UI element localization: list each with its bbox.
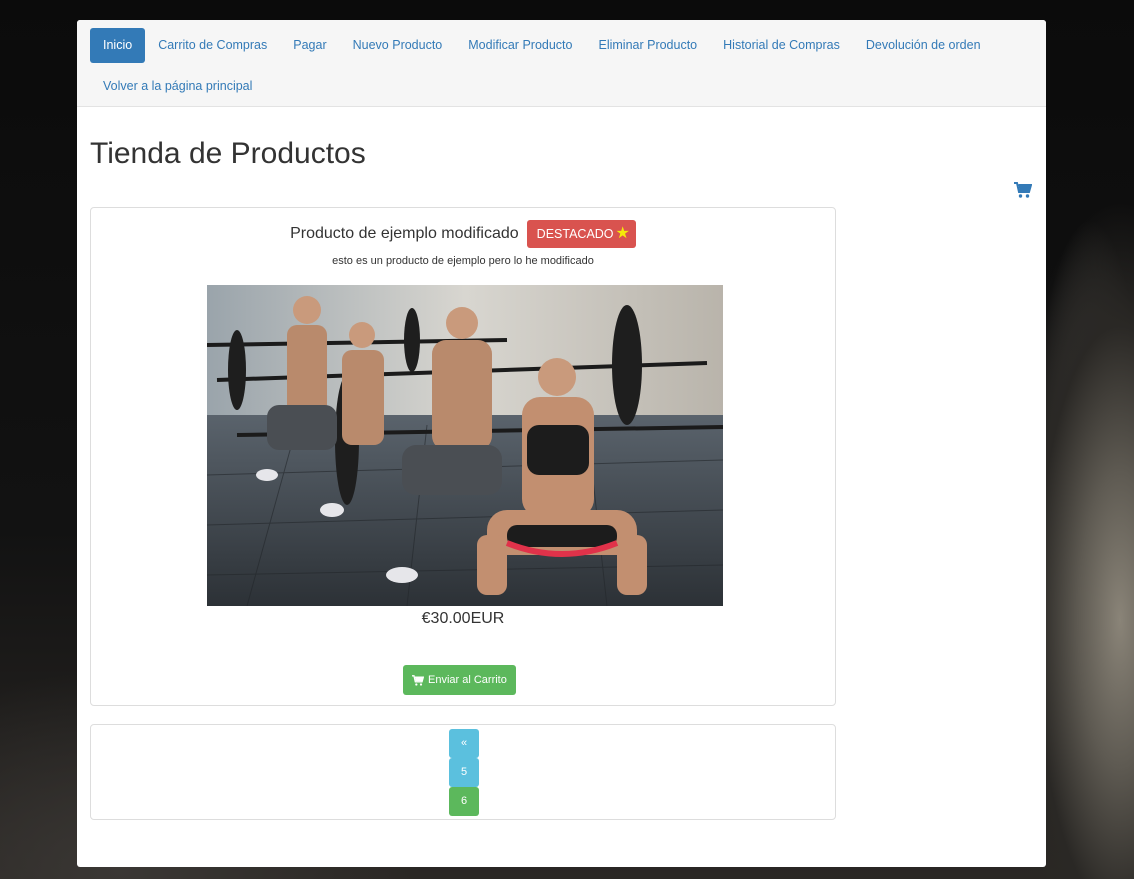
nav-item-eliminar-producto[interactable]: Eliminar Producto	[585, 28, 710, 63]
nav-item-carrito[interactable]: Carrito de Compras	[145, 28, 280, 63]
product-name: Producto de ejemplo modificado	[290, 225, 519, 242]
product-image	[207, 285, 723, 606]
pagination: « 5 6	[90, 724, 836, 820]
star-icon: ★	[615, 225, 630, 242]
pagination-page-6[interactable]: 6	[449, 787, 479, 816]
nav-item-devolucion[interactable]: Devolución de orden	[853, 28, 994, 63]
nav-item-nuevo-producto[interactable]: Nuevo Producto	[340, 28, 456, 63]
product-image-illustration	[207, 285, 723, 606]
cart-icon	[412, 674, 424, 686]
pagination-page-5[interactable]: 5	[449, 758, 479, 787]
product-header: Producto de ejemplo modificado DESTACADO…	[91, 220, 835, 248]
nav-item-pagar[interactable]: Pagar	[280, 28, 339, 63]
main-container: Inicio Carrito de Compras Pagar Nuevo Pr…	[77, 20, 1046, 867]
product-card: Producto de ejemplo modificado DESTACADO…	[90, 207, 836, 706]
nav-item-modificar-producto[interactable]: Modificar Producto	[455, 28, 585, 63]
nav-item-historial[interactable]: Historial de Compras	[710, 28, 853, 63]
page-title: Tienda de Productos	[90, 137, 366, 170]
product-price: €30.00EUR	[421, 610, 505, 627]
featured-badge: DESTACADO ★	[526, 220, 636, 248]
nav-row-primary: Inicio Carrito de Compras Pagar Nuevo Pr…	[90, 28, 1033, 63]
nav-item-inicio[interactable]: Inicio	[90, 28, 146, 63]
product-description: esto es un producto de ejemplo pero lo h…	[332, 255, 594, 267]
add-to-cart-label: Enviar al Carrito	[428, 674, 507, 686]
nav-row-secondary: Volver a la página principal	[90, 68, 1033, 103]
nav-item-volver[interactable]: Volver a la página principal	[90, 74, 265, 98]
pagination-prev-button[interactable]: «	[449, 729, 479, 758]
navbar: Inicio Carrito de Compras Pagar Nuevo Pr…	[77, 20, 1046, 107]
add-to-cart-button[interactable]: Enviar al Carrito	[403, 665, 516, 695]
cart-icon[interactable]	[1014, 182, 1032, 198]
featured-badge-label: DESTACADO	[536, 227, 614, 241]
